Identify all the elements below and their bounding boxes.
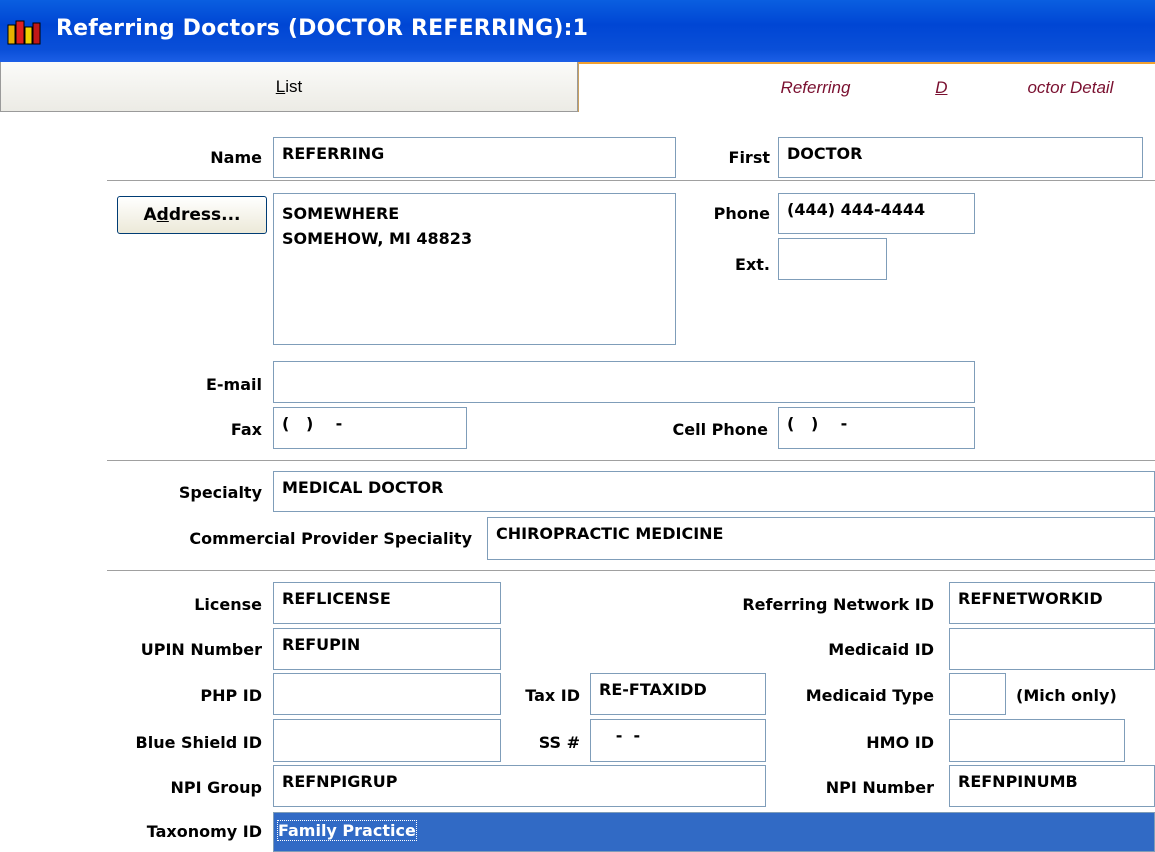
mich-only-label: (Mich only) bbox=[1016, 686, 1117, 705]
blue-shield-id-field[interactable] bbox=[273, 719, 501, 762]
medicaid-type-field[interactable] bbox=[949, 673, 1006, 715]
upin-number-label: UPIN Number bbox=[140, 640, 262, 659]
medicaid-type-label: Medicaid Type bbox=[805, 686, 934, 705]
first-name-field[interactable]: DOCTOR bbox=[778, 137, 1143, 178]
php-id-field[interactable] bbox=[273, 673, 501, 715]
blue-shield-id-label: Blue Shield ID bbox=[135, 733, 262, 752]
referring-network-id-label: Referring Network ID bbox=[742, 595, 934, 614]
npi-group-label: NPI Group bbox=[170, 778, 263, 797]
phone-label: Phone bbox=[713, 204, 770, 223]
hmo-id-field[interactable] bbox=[949, 719, 1125, 762]
divider bbox=[107, 570, 1155, 572]
title-bar: Referring Doctors (DOCTOR REFERRING):1 bbox=[0, 0, 1155, 62]
email-label: E-mail bbox=[205, 375, 262, 394]
specialty-label: Specialty bbox=[178, 483, 262, 502]
php-id-label: PHP ID bbox=[200, 686, 262, 705]
medicaid-id-field[interactable] bbox=[949, 628, 1155, 670]
tax-id-field[interactable]: RE-FTAXIDD bbox=[590, 673, 766, 715]
email-field[interactable] bbox=[273, 361, 975, 403]
ss-number-label: SS # bbox=[538, 733, 580, 752]
npi-number-label: NPI Number bbox=[825, 778, 934, 797]
tax-id-label: Tax ID bbox=[525, 686, 580, 705]
license-field[interactable]: REFLICENSE bbox=[273, 582, 501, 624]
commercial-provider-speciality-field[interactable]: CHIROPRACTIC MEDICINE bbox=[487, 517, 1155, 560]
hmo-id-label: HMO ID bbox=[866, 733, 934, 752]
npi-group-field[interactable]: REFNPIGRUP bbox=[273, 765, 766, 807]
cell-phone-label: Cell Phone bbox=[672, 420, 768, 439]
license-label: License bbox=[194, 595, 262, 614]
tab-detail-label: Referring Doctor Detail bbox=[780, 78, 1114, 97]
npi-number-field[interactable]: REFNPINUMB bbox=[949, 765, 1155, 807]
phone-field[interactable]: (444) 444-4444 bbox=[778, 193, 975, 234]
address-button[interactable]: Ad dress... bbox=[117, 196, 267, 234]
first-label: First bbox=[728, 148, 770, 167]
cell-phone-field[interactable]: ( ) - bbox=[778, 407, 975, 449]
divider bbox=[107, 460, 1155, 462]
taxonomy-id-field[interactable]: Family Practice bbox=[273, 812, 1155, 852]
ext-label: Ext. bbox=[735, 255, 770, 274]
tab-list-label: List bbox=[275, 76, 303, 96]
address-field[interactable]: SOMEWHERE SOMEHOW, MI 48823 bbox=[273, 193, 676, 345]
tab-referring-doctor-detail[interactable]: Referring Doctor Detail bbox=[578, 62, 1155, 112]
taxonomy-id-label: Taxonomy ID bbox=[146, 822, 262, 841]
medicaid-id-label: Medicaid ID bbox=[828, 640, 934, 659]
name-field[interactable]: REFERRING bbox=[273, 137, 676, 178]
fax-field[interactable]: ( ) - bbox=[273, 407, 467, 449]
window-title: Referring Doctors (DOCTOR REFERRING):1 bbox=[56, 16, 589, 41]
ss-number-field[interactable]: - - bbox=[590, 719, 766, 762]
specialty-field[interactable]: MEDICAL DOCTOR bbox=[273, 471, 1155, 512]
taxonomy-id-value: Family Practice bbox=[277, 820, 417, 841]
ext-field[interactable] bbox=[778, 238, 887, 280]
divider bbox=[107, 180, 1155, 182]
referring-network-id-field[interactable]: REFNETWORKID bbox=[949, 582, 1155, 624]
fax-label: Fax bbox=[230, 420, 262, 439]
commercial-provider-speciality-label: Commercial Provider Speciality bbox=[189, 529, 472, 548]
name-label: Name bbox=[210, 148, 262, 167]
app-icon bbox=[7, 20, 41, 45]
tab-list[interactable]: List bbox=[0, 62, 578, 112]
upin-number-field[interactable]: REFUPIN bbox=[273, 628, 501, 670]
